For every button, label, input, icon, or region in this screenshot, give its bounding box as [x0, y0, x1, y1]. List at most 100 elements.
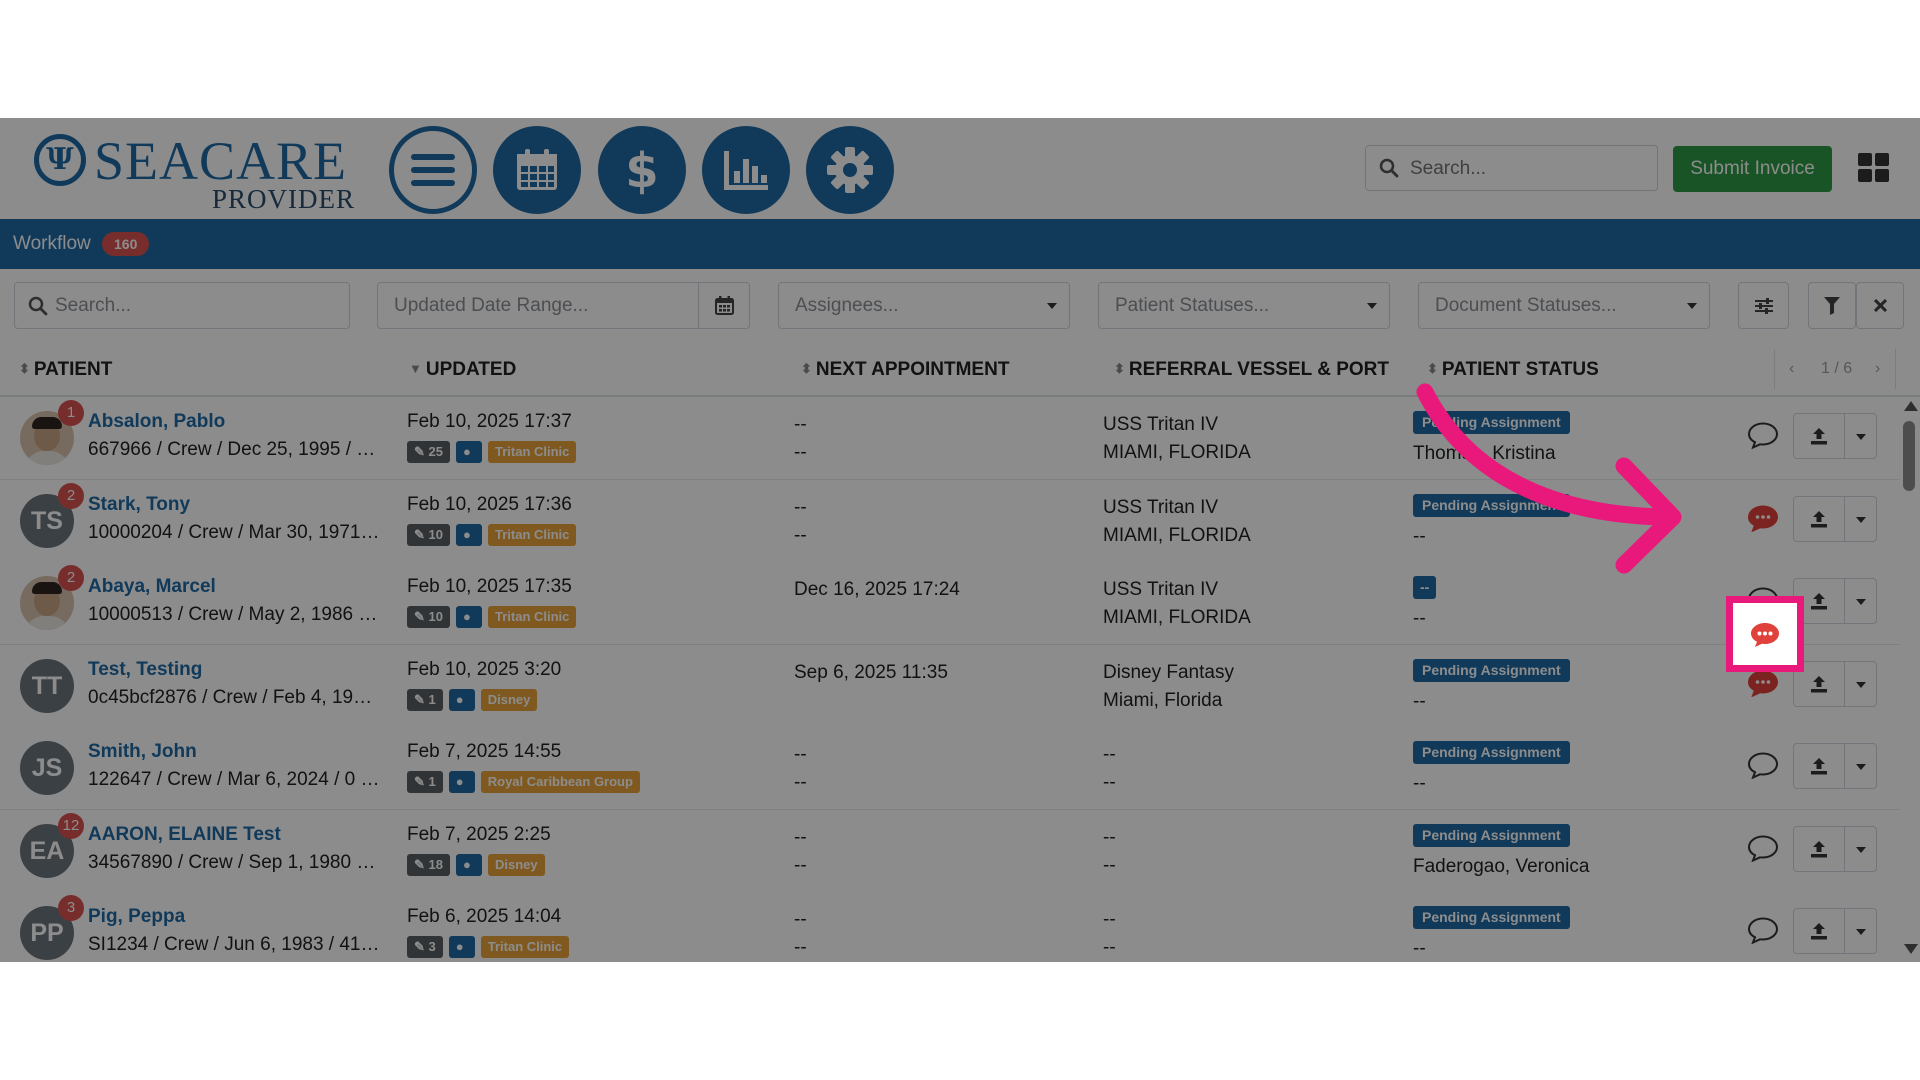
- close-icon: [1873, 299, 1887, 312]
- date-range-placeholder: Updated Date Range...: [394, 295, 589, 316]
- status-badge: Pending Assignment: [1413, 659, 1570, 682]
- filter-button[interactable]: [1808, 282, 1856, 329]
- patient-search-field[interactable]: Search...: [14, 282, 350, 329]
- column-referral[interactable]: ⬍ REFERRAL VESSEL & PORT: [1114, 359, 1389, 381]
- table-scrollbar[interactable]: [1900, 397, 1920, 962]
- user-icon: ●: [448, 689, 475, 711]
- row-actions-dropdown[interactable]: [1844, 578, 1877, 624]
- chat-bubble-icon[interactable]: [1748, 421, 1778, 449]
- column-patient[interactable]: ⬍ PATIENT: [19, 359, 112, 381]
- assignee-name: --: [1413, 773, 1426, 794]
- clinic-tag: Royal Caribbean Group: [480, 771, 640, 793]
- table-row[interactable]: 2 Abaya, Marcel 10000513 / Crew / May 2, 1…: [0, 562, 1900, 645]
- reports-button[interactable]: [702, 126, 790, 214]
- row-actions-dropdown[interactable]: [1844, 661, 1877, 707]
- assignees-placeholder: Assignees...: [795, 295, 899, 316]
- chat-bubble-icon[interactable]: [1748, 504, 1778, 532]
- patient-name-link[interactable]: Absalon, Pablo: [88, 411, 225, 433]
- submit-invoice-button[interactable]: Submit Invoice: [1673, 146, 1832, 192]
- sort-icon: ⬍: [19, 361, 30, 376]
- table-row[interactable]: 1 Absalon, Pablo 667966 / Crew / Dec 25, 1…: [0, 397, 1900, 480]
- upload-button[interactable]: [1793, 908, 1845, 954]
- date-range-calendar-button[interactable]: [698, 282, 750, 329]
- row-actions-dropdown[interactable]: [1844, 908, 1877, 954]
- vessel-name: USS Tritan IV: [1103, 497, 1219, 518]
- patient-statuses-select[interactable]: Patient Statuses...: [1098, 282, 1390, 329]
- date-range-field[interactable]: Updated Date Range...: [377, 282, 699, 329]
- trident-logo-icon: Ψ: [34, 134, 86, 186]
- chat-bubble-icon[interactable]: [1748, 751, 1778, 779]
- upload-button[interactable]: [1793, 743, 1845, 789]
- port-name: --: [1103, 937, 1116, 958]
- updated-timestamp: Feb 10, 2025 17:36: [407, 494, 572, 515]
- patient-name-link[interactable]: Test, Testing: [88, 659, 202, 681]
- menu-icon: [411, 154, 455, 186]
- table-row[interactable]: TS 2 Stark, Tony 10000204 / Crew / Mar 30, …: [0, 480, 1900, 563]
- patient-name-link[interactable]: AARON, ELAINE Test: [88, 824, 281, 846]
- column-referral-label: REFERRAL VESSEL & PORT: [1128, 359, 1389, 380]
- chat-bubble-icon[interactable]: [1748, 669, 1778, 697]
- assignees-select[interactable]: Assignees...: [778, 282, 1070, 329]
- document-statuses-select[interactable]: Document Statuses...: [1418, 282, 1710, 329]
- scroll-down-arrow-icon[interactable]: [1904, 944, 1918, 954]
- avatar[interactable]: TT: [20, 659, 74, 713]
- scroll-thumb[interactable]: [1903, 421, 1915, 491]
- referral-vessel-port: USS Tritan IV MIAMI, FLORIDA: [1103, 576, 1251, 632]
- chat-bubble-icon[interactable]: [1748, 834, 1778, 862]
- column-updated-label: UPDATED: [425, 359, 517, 380]
- page-indicator: 1 / 6: [1821, 360, 1853, 377]
- updated-timestamp: Feb 7, 2025 2:25: [407, 824, 551, 845]
- patient-name-link[interactable]: Pig, Peppa: [88, 906, 185, 928]
- column-settings-button[interactable]: [1738, 282, 1789, 329]
- menu-button[interactable]: [389, 126, 477, 214]
- row-actions-dropdown[interactable]: [1844, 826, 1877, 872]
- column-updated[interactable]: ▼ UPDATED: [409, 359, 516, 381]
- upload-button[interactable]: [1793, 826, 1845, 872]
- seacare-logo[interactable]: Ψ SEACARE PROVIDER: [34, 130, 364, 214]
- patient-table-body: 1 Absalon, Pablo 667966 / Crew / Dec 25, 1…: [0, 397, 1920, 962]
- row-actions-dropdown[interactable]: [1844, 496, 1877, 542]
- sliders-icon: [1754, 297, 1773, 314]
- avatar[interactable]: JS: [20, 741, 74, 795]
- patient-name-link[interactable]: Smith, John: [88, 741, 197, 763]
- global-search[interactable]: [1365, 145, 1658, 191]
- patient-status: Pending Assignment --: [1413, 741, 1570, 794]
- apps-grid-icon[interactable]: [1858, 153, 1889, 184]
- highlighted-chat-button[interactable]: [1726, 596, 1804, 672]
- column-next-appointment[interactable]: ⬍ NEXT APPOINTMENT: [801, 359, 1009, 381]
- table-row[interactable]: JS Smith, John 122647 / Crew / Mar 6, 2024…: [0, 727, 1900, 810]
- patient-name-link[interactable]: Abaya, Marcel: [88, 576, 216, 598]
- row-actions-dropdown[interactable]: [1844, 743, 1877, 789]
- column-patient-status-label: PATIENT STATUS: [1441, 359, 1599, 380]
- patient-details: 667966 / Crew / Dec 25, 1995 / 29 / M: [88, 439, 380, 460]
- settings-button[interactable]: [806, 126, 894, 214]
- calendar-button[interactable]: [493, 126, 581, 214]
- patient-search-placeholder: Search...: [55, 295, 132, 316]
- chat-bubble-icon[interactable]: [1748, 916, 1778, 944]
- table-row[interactable]: TT Test, Testing 0c45bcf2876 / Crew / Feb …: [0, 645, 1900, 728]
- column-patient-status[interactable]: ⬍ PATIENT STATUS: [1427, 359, 1599, 381]
- scroll-up-arrow-icon[interactable]: [1904, 401, 1918, 411]
- prev-page-button[interactable]: ‹: [1789, 360, 1794, 378]
- document-count: 1: [428, 774, 436, 789]
- upload-button[interactable]: [1793, 413, 1845, 459]
- patient-details: 122647 / Crew / Mar 6, 2024 / 0 / M: [88, 769, 380, 790]
- row-tags: ✎ 1 ● Disney: [407, 689, 538, 711]
- appointment-line-1: --: [794, 414, 807, 435]
- row-actions-dropdown[interactable]: [1844, 413, 1877, 459]
- workflow-count-badge: 160: [102, 232, 150, 256]
- clear-filters-button[interactable]: [1856, 282, 1904, 329]
- upload-button[interactable]: [1793, 496, 1845, 542]
- clinic-tag: Disney: [487, 854, 545, 876]
- port-name: MIAMI, FLORIDA: [1103, 525, 1251, 546]
- patient-name-link[interactable]: Stark, Tony: [88, 494, 190, 516]
- next-page-button[interactable]: ›: [1875, 360, 1880, 378]
- workflow-label[interactable]: Workflow: [13, 233, 91, 255]
- billing-button[interactable]: $: [598, 126, 686, 214]
- upload-icon: [1811, 923, 1827, 940]
- port-name: MIAMI, FLORIDA: [1103, 442, 1251, 463]
- table-row[interactable]: PP 3 Pig, Peppa SI1234 / Crew / Jun 6, 1983…: [0, 892, 1900, 962]
- global-search-input[interactable]: [1408, 155, 1652, 183]
- table-row[interactable]: EA 12 AARON, ELAINE Test 34567890 / Crew / …: [0, 810, 1900, 893]
- vessel-name: --: [1103, 909, 1116, 930]
